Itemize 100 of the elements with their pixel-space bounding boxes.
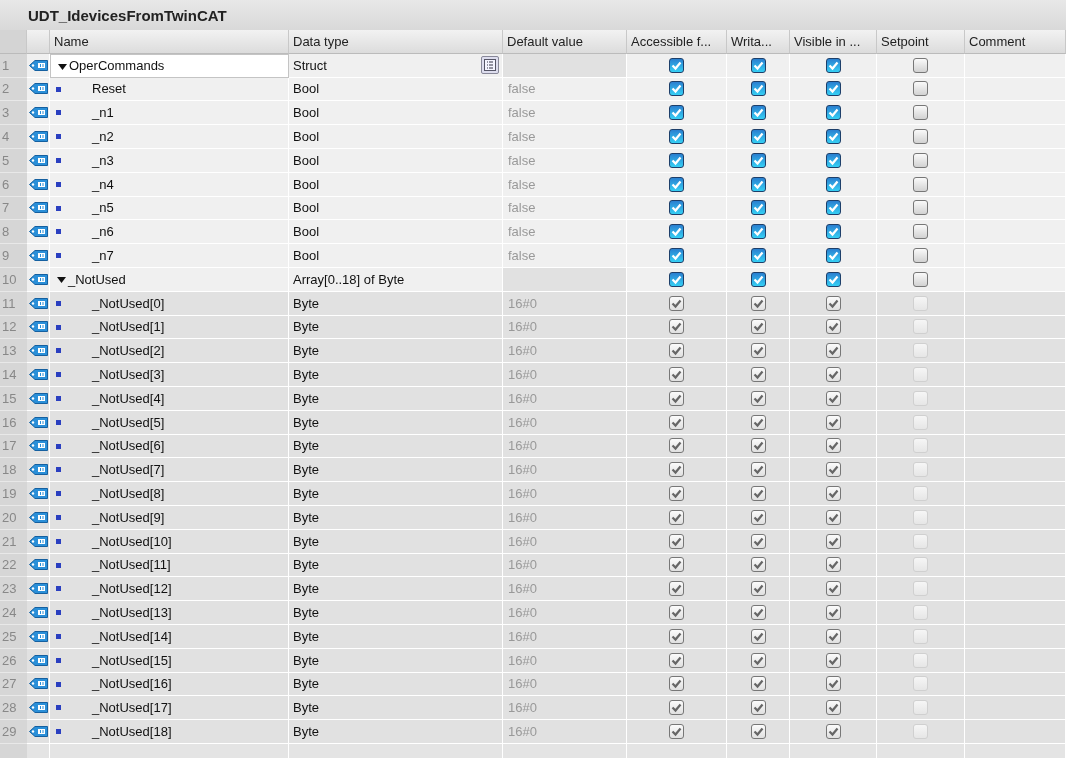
comment-cell[interactable] (965, 482, 1066, 506)
checkbox[interactable] (913, 200, 928, 216)
comment-cell[interactable] (965, 291, 1066, 316)
comment-cell[interactable] (965, 386, 1066, 411)
element-name: _n1 (92, 105, 114, 121)
checkbox[interactable] (669, 129, 684, 145)
checkbox[interactable] (913, 129, 928, 145)
expand-arrow-icon[interactable] (58, 63, 67, 70)
checkbox[interactable] (750, 224, 766, 240)
checkbox[interactable] (825, 129, 841, 145)
comment-cell[interactable] (965, 648, 1066, 673)
bullet-icon (56, 348, 61, 354)
checkbox[interactable] (669, 176, 684, 192)
name-cell[interactable]: _n7 (50, 244, 289, 268)
comment-cell[interactable] (965, 577, 1066, 602)
checkbox[interactable] (669, 271, 684, 287)
comment-cell[interactable] (965, 458, 1066, 483)
checkbox[interactable] (669, 224, 684, 240)
bullet-icon (56, 253, 61, 259)
default-value-cell: 16#0 (503, 291, 627, 316)
name-cell[interactable]: Reset (50, 77, 289, 102)
checkbox[interactable] (913, 176, 928, 192)
name-cell[interactable]: _n3 (50, 149, 289, 173)
checkbox[interactable] (750, 176, 766, 192)
name-cell[interactable]: _n6 (50, 220, 289, 245)
comment-cell[interactable] (965, 53, 1066, 78)
checkbox[interactable] (669, 200, 684, 216)
element-name: _NotUsed[16] (92, 676, 172, 692)
checkbox[interactable] (913, 81, 928, 97)
checkbox[interactable] (669, 248, 684, 264)
checkbox[interactable] (913, 271, 928, 287)
name-cell[interactable]: _n1 (50, 101, 289, 126)
column-header[interactable]: Accessible f... (627, 30, 727, 54)
comment-cell[interactable] (965, 339, 1066, 364)
column-header[interactable]: Name (50, 30, 289, 54)
checkbox[interactable] (669, 105, 684, 121)
checkbox[interactable] (750, 57, 766, 73)
checkbox[interactable] (913, 152, 928, 168)
comment-cell[interactable] (965, 410, 1066, 435)
checkbox[interactable] (750, 105, 766, 121)
comment-cell[interactable] (965, 363, 1066, 387)
comment-cell[interactable] (965, 624, 1066, 649)
bullet-icon (56, 395, 61, 401)
checkbox[interactable] (825, 200, 841, 216)
column-header[interactable]: Comment (965, 30, 1066, 54)
name-cell[interactable]: _n2 (50, 125, 289, 149)
bullet-icon (56, 181, 61, 187)
bullet-icon (56, 134, 61, 140)
row-number: 21 (0, 529, 27, 554)
checkbox[interactable] (669, 57, 684, 73)
data-type-cell: Bool (289, 77, 503, 102)
column-header[interactable]: Writa... (727, 30, 790, 54)
column-header[interactable]: Setpoint (877, 30, 965, 54)
comment-cell[interactable] (965, 553, 1066, 578)
bullet-icon (56, 562, 61, 568)
comment-cell[interactable] (965, 672, 1066, 697)
checkbox[interactable] (825, 248, 841, 264)
checkbox[interactable] (750, 129, 766, 145)
column-header[interactable]: Visible in ... (790, 30, 877, 54)
name-cell[interactable]: OperCommands (50, 53, 289, 78)
comment-cell[interactable] (965, 696, 1066, 721)
comment-cell[interactable] (965, 315, 1066, 340)
checkbox[interactable] (913, 105, 928, 121)
checkbox[interactable] (913, 224, 928, 240)
comment-cell[interactable] (965, 267, 1066, 292)
checkbox[interactable] (750, 152, 766, 168)
checkbox[interactable] (750, 200, 766, 216)
comment-cell[interactable] (965, 505, 1066, 530)
data-type-cell: Bool (289, 149, 503, 173)
checkbox[interactable] (825, 224, 841, 240)
checkbox[interactable] (825, 176, 841, 192)
row-number: 15 (0, 386, 27, 411)
comment-cell[interactable] (965, 720, 1066, 744)
checkbox[interactable] (913, 57, 928, 73)
checkbox[interactable] (750, 81, 766, 97)
row-number: 6 (0, 172, 27, 197)
checkbox[interactable] (825, 105, 841, 121)
column-header[interactable]: Data type (289, 30, 503, 54)
comment-cell[interactable] (965, 529, 1066, 554)
checkbox[interactable] (825, 81, 841, 97)
name-cell[interactable]: _n4 (50, 172, 289, 197)
column-header[interactable]: Default value (503, 30, 627, 54)
checkbox[interactable] (669, 152, 684, 168)
checkbox[interactable] (825, 271, 841, 287)
default-value-cell: 16#0 (503, 577, 627, 602)
expand-arrow-icon[interactable] (57, 276, 66, 283)
checkbox[interactable] (669, 81, 684, 97)
data-type-cell: Byte (289, 339, 503, 364)
element-name: _NotUsed[1] (92, 319, 165, 335)
checkbox[interactable] (913, 248, 928, 264)
checkbox[interactable] (750, 271, 766, 287)
list-button[interactable] (481, 56, 499, 75)
name-cell[interactable]: _n5 (50, 196, 289, 221)
checkbox[interactable] (825, 57, 841, 73)
name-cell[interactable]: _NotUsed (50, 267, 289, 292)
checkbox[interactable] (750, 248, 766, 264)
bullet-icon (56, 229, 61, 235)
comment-cell[interactable] (965, 434, 1066, 459)
comment-cell[interactable] (965, 601, 1066, 625)
checkbox[interactable] (825, 152, 841, 168)
